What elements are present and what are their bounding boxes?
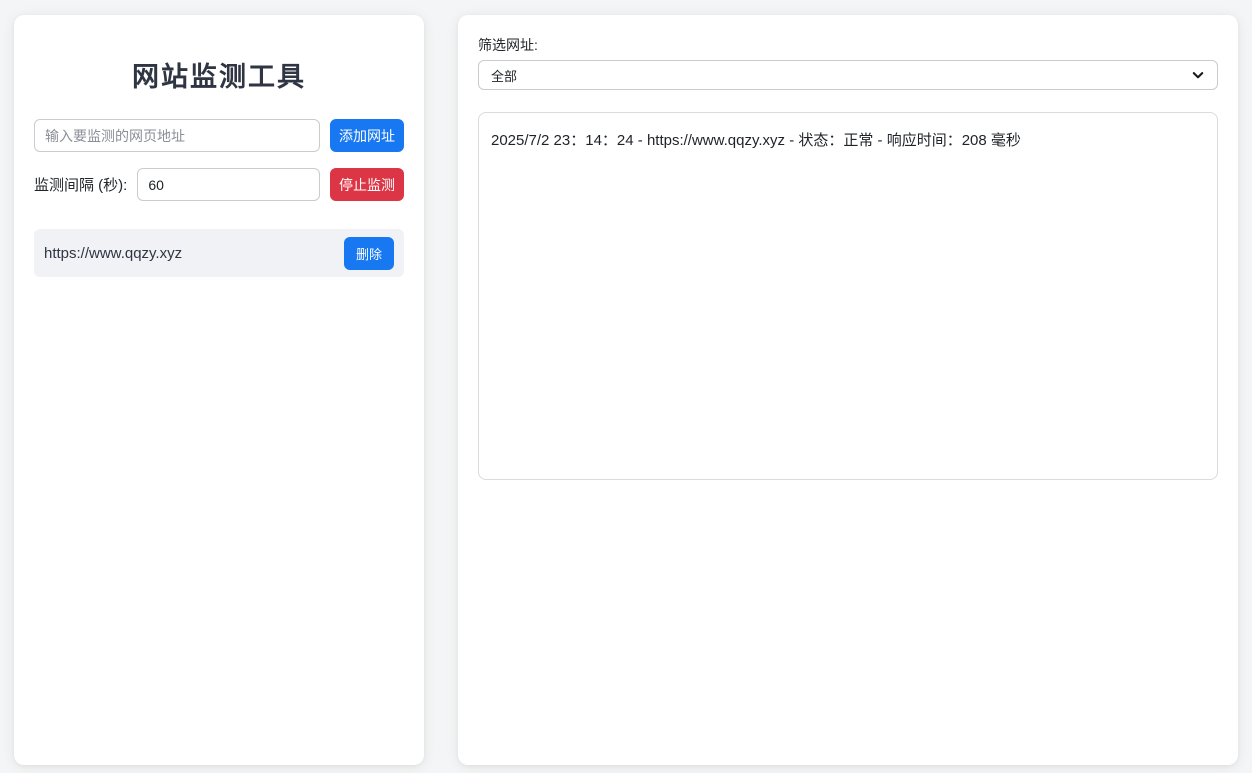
filter-label: 筛选网址: xyxy=(478,35,1218,55)
add-url-row: 添加网址 xyxy=(34,119,404,152)
monitor-panel: 网站监测工具 添加网址 监测间隔 (秒): 停止监测 https://www.q… xyxy=(14,15,424,765)
filter-selected-value: 全部 xyxy=(491,66,517,85)
site-list-item: https://www.qqzy.xyz 删除 xyxy=(34,229,404,277)
url-input[interactable] xyxy=(34,119,320,152)
log-panel: 筛选网址: 全部 2025/7/2 23：14：24 - https://www… xyxy=(458,15,1238,765)
chevron-down-icon xyxy=(1191,68,1205,82)
page-title: 网站监测工具 xyxy=(34,61,404,93)
filter-select[interactable]: 全部 xyxy=(478,60,1218,90)
delete-site-button[interactable]: 删除 xyxy=(344,237,394,270)
log-entry: 2025/7/2 23：14：24 - https://www.qqzy.xyz… xyxy=(491,131,1205,151)
log-output[interactable]: 2025/7/2 23：14：24 - https://www.qqzy.xyz… xyxy=(478,112,1218,480)
interval-input[interactable] xyxy=(137,168,320,201)
page: 网站监测工具 添加网址 监测间隔 (秒): 停止监测 https://www.q… xyxy=(0,0,1252,773)
add-url-button[interactable]: 添加网址 xyxy=(330,119,404,152)
interval-label: 监测间隔 (秒): xyxy=(34,174,127,195)
stop-monitor-button[interactable]: 停止监测 xyxy=(330,168,404,201)
site-url: https://www.qqzy.xyz xyxy=(44,245,182,262)
interval-row: 监测间隔 (秒): 停止监测 xyxy=(34,168,404,201)
